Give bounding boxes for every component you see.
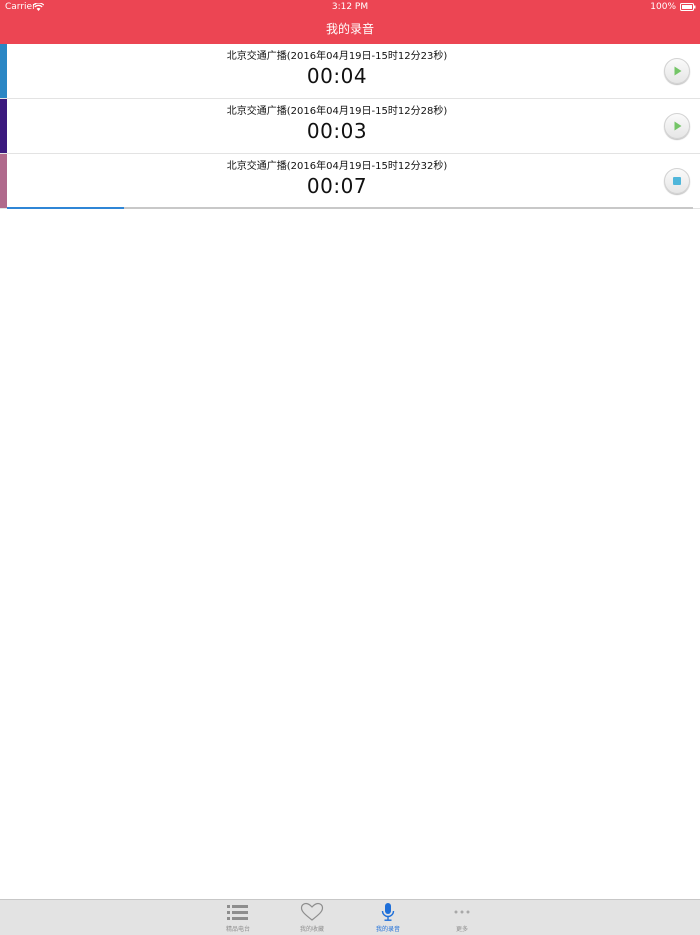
heart-icon — [300, 902, 324, 921]
row-accent-bar — [0, 44, 7, 98]
page-title: 我的录音 — [325, 22, 374, 36]
play-icon — [674, 66, 682, 76]
list-icon — [227, 905, 248, 920]
status-time: 3:12 PM — [331, 2, 369, 12]
play-button[interactable] — [664, 113, 690, 139]
tab-bar: 精品电台 我的收藏 我的录音 更多 — [0, 899, 700, 935]
playback-progress — [7, 207, 693, 209]
stop-icon — [673, 177, 681, 185]
battery-icon — [680, 3, 696, 11]
recording-duration: 00:07 — [306, 174, 368, 198]
more-icon — [454, 910, 470, 914]
battery-percent: 100% — [650, 2, 676, 12]
recording-row[interactable]: 北京交通广播(2016年04月19日-15时12分32秒) 00:07 — [0, 154, 700, 209]
tab-label: 更多 — [455, 926, 468, 933]
status-bar: Carrier 3:12 PM 100% — [0, 0, 700, 14]
tab-label: 精品电台 — [225, 926, 250, 933]
recording-title: 北京交通广播(2016年04月19日-15时12分32秒) — [226, 161, 448, 172]
microphone-icon — [381, 903, 395, 921]
recording-title: 北京交通广播(2016年04月19日-15时12分28秒) — [226, 106, 448, 117]
row-accent-bar — [0, 99, 7, 153]
play-button[interactable] — [664, 58, 690, 84]
playback-progress-fill — [7, 207, 124, 209]
tab-favorites[interactable]: 我的收藏 — [282, 900, 342, 935]
recording-duration: 00:03 — [306, 119, 368, 143]
play-icon — [674, 121, 682, 131]
recording-duration: 00:04 — [306, 64, 368, 88]
tab-label: 我的收藏 — [299, 926, 324, 933]
stop-button[interactable] — [664, 168, 690, 194]
tab-more[interactable]: 更多 — [432, 900, 492, 935]
navigation-bar: 我的录音 — [0, 14, 700, 44]
recording-title: 北京交通广播(2016年04月19日-15时12分23秒) — [226, 51, 448, 62]
tab-featured-radio[interactable]: 精品电台 — [208, 900, 268, 935]
tab-my-recordings[interactable]: 我的录音 — [358, 900, 418, 935]
tab-label: 我的录音 — [375, 926, 400, 933]
recording-row[interactable]: 北京交通广播(2016年04月19日-15时12分23秒) 00:04 — [0, 44, 700, 99]
recording-list: 北京交通广播(2016年04月19日-15时12分23秒) 00:04 北京交通… — [0, 44, 700, 209]
row-accent-bar — [0, 154, 7, 208]
recording-row[interactable]: 北京交通广播(2016年04月19日-15时12分28秒) 00:03 — [0, 99, 700, 154]
